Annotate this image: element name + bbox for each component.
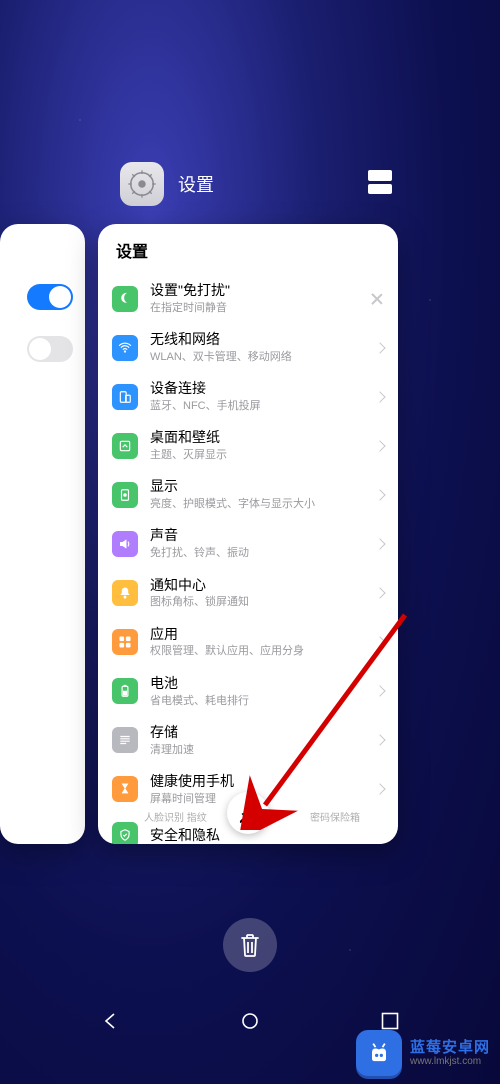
trash-icon bbox=[238, 932, 262, 958]
split-screen-button[interactable] bbox=[368, 170, 392, 194]
pin-button[interactable] bbox=[227, 792, 269, 834]
watermark-url: www.lmkjst.com bbox=[410, 1056, 490, 1068]
chevron-right-icon bbox=[374, 735, 385, 746]
row-title: 桌面和壁纸 bbox=[150, 429, 364, 446]
watermark-logo-icon bbox=[356, 1030, 402, 1076]
row-title: 通知中心 bbox=[150, 577, 364, 594]
chevron-right-icon bbox=[374, 587, 385, 598]
toggle-switch[interactable] bbox=[27, 336, 73, 362]
nav-back-button[interactable] bbox=[99, 1010, 121, 1032]
bell-icon bbox=[112, 580, 138, 606]
row-sub-left: 人脸识别 指纹 bbox=[144, 809, 207, 824]
watermark: 蓝莓安卓网 www.lmkjst.com bbox=[346, 1022, 500, 1084]
chevron-right-icon bbox=[374, 538, 385, 549]
nav-home-button[interactable] bbox=[239, 1010, 261, 1032]
close-icon[interactable] bbox=[370, 292, 384, 306]
wifi-icon bbox=[112, 335, 138, 361]
hourglass-icon bbox=[112, 776, 138, 802]
settings-row[interactable]: 存储清理加速 bbox=[98, 716, 398, 765]
row-subtitle: 亮度、护眼模式、字体与显示大小 bbox=[150, 497, 364, 511]
settings-row[interactable]: 桌面和壁纸主题、灭屏显示 bbox=[98, 421, 398, 470]
row-subtitle: 蓝牙、NFC、手机投屏 bbox=[150, 399, 364, 413]
battery-icon bbox=[112, 678, 138, 704]
recents-header: 设置 bbox=[120, 162, 214, 206]
row-title: 安全和隐私 bbox=[150, 827, 384, 844]
pin-icon bbox=[241, 805, 257, 822]
settings-row[interactable]: 声音免打扰、铃声、振动 bbox=[98, 519, 398, 568]
chevron-right-icon bbox=[374, 784, 385, 795]
home-icon bbox=[112, 433, 138, 459]
row-subtitle: 省电模式、耗电排行 bbox=[150, 694, 364, 708]
row-subtitle: WLAN、双卡管理、移动网络 bbox=[150, 350, 364, 364]
chevron-right-icon bbox=[374, 342, 385, 353]
row-subtitle: 清理加速 bbox=[150, 743, 364, 757]
recents-card-left[interactable] bbox=[0, 224, 85, 844]
row-title: 显示 bbox=[150, 478, 364, 495]
row-title: 声音 bbox=[150, 527, 364, 544]
row-subtitle: 在指定时间静音 bbox=[150, 301, 358, 315]
settings-row[interactable]: 设置"免打扰" 在指定时间静音 bbox=[98, 274, 398, 323]
row-title: 设备连接 bbox=[150, 380, 364, 397]
row-title: 存储 bbox=[150, 724, 364, 741]
row-title: 设置"免打扰" bbox=[150, 282, 358, 299]
settings-row[interactable]: 设备连接蓝牙、NFC、手机投屏 bbox=[98, 372, 398, 421]
chevron-right-icon bbox=[374, 637, 385, 648]
recents-card-settings[interactable]: 设置 设置"免打扰"在指定时间静音无线和网络WLAN、双卡管理、移动网络设备连接… bbox=[98, 224, 398, 844]
chevron-right-icon bbox=[374, 686, 385, 697]
settings-row[interactable]: 应用权限管理、默认应用、应用分身 bbox=[98, 618, 398, 667]
toggle-switch[interactable] bbox=[27, 284, 73, 310]
row-subtitle: 主题、灭屏显示 bbox=[150, 448, 364, 462]
row-title: 健康使用手机 bbox=[150, 773, 364, 790]
recents-app-name: 设置 bbox=[178, 171, 214, 197]
row-title: 应用 bbox=[150, 626, 364, 643]
settings-app-icon bbox=[120, 162, 164, 206]
device-icon bbox=[112, 384, 138, 410]
chevron-right-icon bbox=[374, 440, 385, 451]
settings-row[interactable]: 通知中心图标角标、锁屏通知 bbox=[98, 569, 398, 618]
row-subtitle: 权限管理、默认应用、应用分身 bbox=[150, 644, 364, 658]
chevron-right-icon bbox=[374, 391, 385, 402]
clear-all-button[interactable] bbox=[223, 918, 277, 972]
watermark-title: 蓝莓安卓网 bbox=[410, 1039, 490, 1056]
sound-icon bbox=[112, 531, 138, 557]
row-subtitle: 免打扰、铃声、振动 bbox=[150, 546, 364, 560]
row-title: 无线和网络 bbox=[150, 331, 364, 348]
card-title: 设置 bbox=[98, 224, 398, 274]
moon-icon bbox=[112, 286, 138, 312]
apps-icon bbox=[112, 629, 138, 655]
settings-row[interactable]: 无线和网络 WLAN、双卡管理、移动网络 bbox=[98, 323, 398, 372]
row-sub-right: 密码保险箱 bbox=[310, 809, 360, 824]
display-icon bbox=[112, 482, 138, 508]
storage-icon bbox=[112, 727, 138, 753]
shield-icon bbox=[112, 822, 138, 844]
row-title: 电池 bbox=[150, 675, 364, 692]
row-subtitle: 图标角标、锁屏通知 bbox=[150, 595, 364, 609]
settings-row[interactable]: 显示亮度、护眼模式、字体与显示大小 bbox=[98, 470, 398, 519]
settings-row[interactable]: 电池省电模式、耗电排行 bbox=[98, 667, 398, 716]
chevron-right-icon bbox=[374, 489, 385, 500]
